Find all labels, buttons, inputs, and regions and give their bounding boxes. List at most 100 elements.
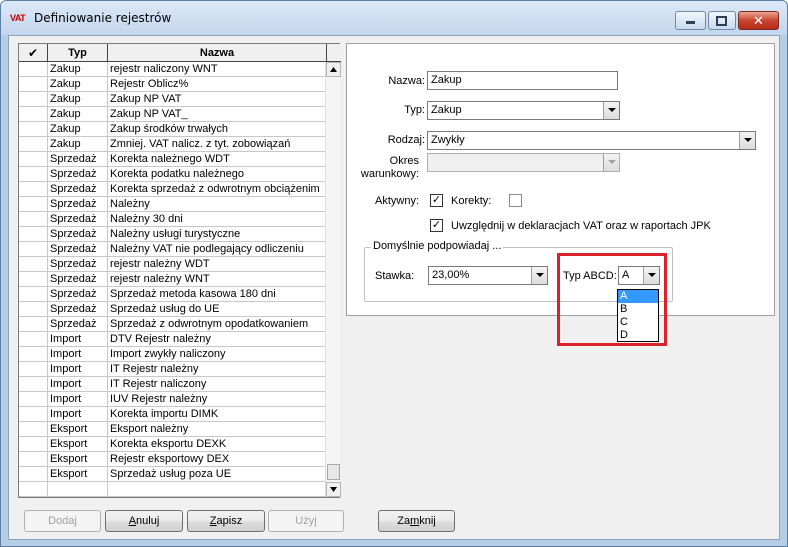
korekty-label: Korekty: [451,195,492,207]
row-check-cell[interactable] [19,452,48,466]
table-row[interactable]: Import Import zwykły naliczony [19,347,325,362]
table-row[interactable]: Import IT Rejestr naliczony [19,377,325,392]
typ-abcd-option[interactable]: D [618,329,658,342]
row-check-cell[interactable] [19,107,48,121]
table-row[interactable]: Sprzedaż Należny usługi turystyczne [19,227,325,242]
zapisz-button[interactable]: Zapisz [187,510,265,532]
row-check-cell[interactable] [19,302,48,316]
scroll-down-button[interactable] [326,482,341,497]
row-check-cell[interactable] [19,92,48,106]
row-check-cell[interactable] [19,182,48,196]
row-check-cell[interactable] [19,197,48,211]
row-check-cell[interactable] [19,377,48,391]
check-column-header[interactable]: ✔ [19,44,48,61]
scroll-thumb[interactable] [327,464,340,480]
row-check-cell[interactable] [19,317,48,331]
typ-select[interactable]: Zakup [427,101,620,120]
typ-abcd-option[interactable]: C [618,316,658,329]
stawka-select[interactable]: 23,00% [428,266,548,285]
title-bar[interactable]: VAT Definiowanie rejestrów ✕ [1,1,787,35]
row-check-cell[interactable] [19,437,48,451]
rodzaj-select-button[interactable] [739,132,755,149]
row-check-cell[interactable] [19,167,48,181]
typ-select-button[interactable] [603,102,619,119]
table-row[interactable]: Sprzedaż Sprzedaż usług do UE [19,302,325,317]
table-row[interactable]: Import DTV Rejestr należny [19,332,325,347]
registers-grid[interactable]: ✔ Typ Nazwa Zakup rejestr naliczony WNT Za… [18,43,341,498]
table-row[interactable]: Sprzedaż Należny 30 dni [19,212,325,227]
row-nazwa-cell: Rejestr eksportowy DEX [110,453,230,465]
stawka-label: Stawka: [375,270,415,282]
row-check-cell[interactable] [19,137,48,151]
uzyj-button[interactable]: Użyj [268,510,344,532]
okres-select-button[interactable] [603,154,619,171]
row-check-cell[interactable] [19,407,48,421]
table-row[interactable]: Zakup Zakup NP VAT_ [19,107,325,122]
nazwa-column-header[interactable]: Nazwa [108,44,327,61]
okres-warunkowy-select[interactable] [427,153,620,172]
row-check-cell[interactable] [19,122,48,136]
table-row[interactable]: Zakup Zmniej. VAT nalicz. z tyt. zobowiąz… [19,137,325,152]
row-check-cell[interactable] [19,482,48,496]
row-nazwa-cell [108,482,325,496]
minimize-button[interactable] [675,11,706,30]
table-row[interactable]: Zakup Zakup NP VAT [19,92,325,107]
row-check-cell[interactable] [19,422,48,436]
table-row[interactable]: Sprzedaż rejestr należny WDT [19,257,325,272]
uwzglednij-checkbox[interactable]: ✓ [430,219,443,232]
row-typ-cell: Sprzedaż [48,242,108,256]
row-check-cell[interactable] [19,212,48,226]
table-row[interactable]: Sprzedaż rejestr należny WNT [19,272,325,287]
table-row[interactable]: Sprzedaż Korekta podatku należnego [19,167,325,182]
typ-abcd-option[interactable]: B [618,303,658,316]
aktywny-checkbox[interactable]: ✓ [430,194,443,207]
table-row[interactable]: Sprzedaż Korekta sprzedaż z odwrotnym obc… [19,182,325,197]
table-row[interactable]: Eksport Eksport należny [19,422,325,437]
rodzaj-select[interactable]: Zwykły [427,131,756,150]
table-row[interactable]: Zakup Zakup środków trwałych [19,122,325,137]
table-row[interactable]: Sprzedaż Korekta należnego WDT [19,152,325,167]
korekty-checkbox[interactable] [509,194,522,207]
table-row[interactable]: Import IT Rejestr należny [19,362,325,377]
row-check-cell[interactable] [19,287,48,301]
table-row[interactable] [19,482,325,497]
row-check-cell[interactable] [19,152,48,166]
uwzglednij-label: Uwzględnij w deklaracjach VAT oraz w rap… [451,220,711,232]
row-check-cell[interactable] [19,257,48,271]
table-row[interactable]: Import Korekta importu DIMK [19,407,325,422]
table-row[interactable]: Sprzedaż Sprzedaż z odwrotnym opodatkowan… [19,317,325,332]
table-row[interactable]: Import IUV Rejestr należny [19,392,325,407]
typ-abcd-dropdown-list[interactable]: A B C D [617,289,659,342]
row-check-cell[interactable] [19,242,48,256]
table-row[interactable]: Sprzedaż Sprzedaż metoda kasowa 180 dni [19,287,325,302]
table-row[interactable]: Zakup rejestr naliczony WNT [19,62,325,77]
stawka-select-button[interactable] [531,267,547,284]
row-typ-cell: Zakup [48,92,108,106]
grid-scrollbar[interactable] [325,62,341,497]
dodaj-button[interactable]: Dodaj [24,510,101,532]
zamknij-button[interactable]: Zamknij [378,510,455,532]
row-check-cell[interactable] [19,332,48,346]
row-check-cell[interactable] [19,362,48,376]
anuluj-button[interactable]: Anuluj [105,510,183,532]
row-typ-cell: Eksport [48,452,108,466]
scroll-up-button[interactable] [326,62,341,77]
row-check-cell[interactable] [19,272,48,286]
typ-abcd-option[interactable]: A [618,290,658,303]
typ-column-header[interactable]: Typ [48,44,108,61]
nazwa-input[interactable]: Zakup [427,71,618,90]
row-check-cell[interactable] [19,467,48,481]
table-row[interactable]: Sprzedaż Należny VAT nie podlegający odli… [19,242,325,257]
table-row[interactable]: Eksport Sprzedaż usług poza UE [19,467,325,482]
table-row[interactable]: Zakup Rejestr Oblicz% [19,77,325,92]
table-row[interactable]: Eksport Rejestr eksportowy DEX [19,452,325,467]
row-check-cell[interactable] [19,227,48,241]
table-row[interactable]: Eksport Korekta eksportu DEXK [19,437,325,452]
close-button[interactable]: ✕ [738,11,779,30]
maximize-button[interactable] [708,11,736,30]
row-check-cell[interactable] [19,347,48,361]
row-check-cell[interactable] [19,77,48,91]
row-check-cell[interactable] [19,62,48,76]
table-row[interactable]: Sprzedaż Należny [19,197,325,212]
row-check-cell[interactable] [19,392,48,406]
